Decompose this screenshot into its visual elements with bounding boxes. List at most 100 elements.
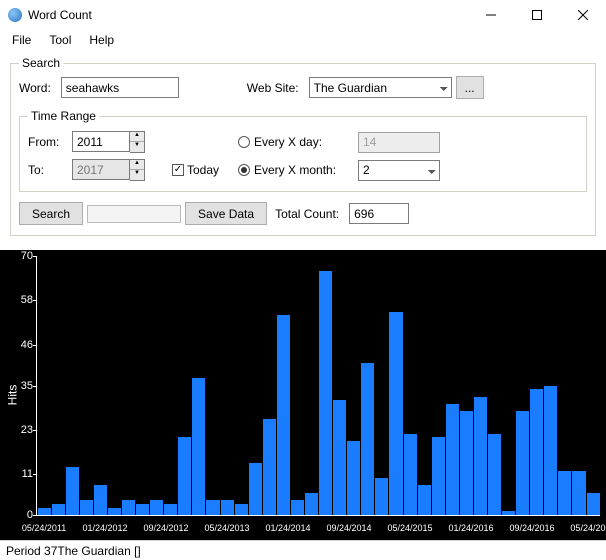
site-browse-button[interactable]: ... bbox=[456, 76, 484, 99]
chart-bar bbox=[235, 504, 248, 515]
chart-bar bbox=[404, 434, 417, 515]
chart-bar bbox=[516, 411, 529, 515]
menu-file[interactable]: File bbox=[4, 31, 39, 49]
app-icon bbox=[8, 8, 22, 22]
chart-bar bbox=[291, 500, 304, 515]
save-data-button[interactable]: Save Data bbox=[185, 202, 267, 225]
total-count-output bbox=[349, 203, 409, 224]
chart-bar bbox=[150, 500, 163, 515]
every-month-label: Every X month: bbox=[254, 163, 336, 177]
chart-bar bbox=[572, 471, 585, 515]
search-legend: Search bbox=[19, 56, 63, 70]
chart-bar bbox=[502, 511, 515, 515]
to-input bbox=[72, 159, 130, 180]
menu-help[interactable]: Help bbox=[81, 31, 122, 49]
chart-bar bbox=[66, 467, 79, 515]
chart-bar bbox=[305, 493, 318, 515]
y-tick-label: 11 bbox=[7, 468, 33, 480]
x-tick-label: 09/24/2014 bbox=[326, 523, 371, 533]
every-month-select[interactable]: 2 bbox=[358, 160, 440, 181]
chart-bar bbox=[474, 397, 487, 515]
from-input[interactable] bbox=[72, 131, 130, 152]
chart-bar bbox=[277, 315, 290, 515]
y-tick-label: 0 bbox=[7, 509, 33, 521]
site-select[interactable]: The Guardian bbox=[309, 77, 452, 98]
every-day-label: Every X day: bbox=[254, 135, 322, 149]
x-tick-label: 09/24/2012 bbox=[143, 523, 188, 533]
today-checkbox[interactable]: ✓ bbox=[172, 164, 184, 176]
x-tick-label: 01/24/2014 bbox=[265, 523, 310, 533]
chart-bar bbox=[192, 378, 205, 515]
y-tick-label: 58 bbox=[7, 294, 33, 306]
chart-bar bbox=[530, 389, 543, 515]
status-bar: Period 37The Guardian [] bbox=[0, 540, 606, 560]
from-label: From: bbox=[28, 135, 72, 149]
word-input[interactable] bbox=[61, 77, 179, 98]
maximize-button[interactable] bbox=[514, 0, 560, 30]
to-label: To: bbox=[28, 163, 72, 177]
y-tick-label: 70 bbox=[7, 250, 33, 262]
chart-bar bbox=[263, 419, 276, 515]
chart-bar bbox=[460, 411, 473, 515]
menu-tool[interactable]: Tool bbox=[41, 31, 79, 49]
total-label: Total Count: bbox=[275, 207, 339, 221]
to-spin-up[interactable]: ▲ bbox=[130, 160, 144, 170]
chart-bar bbox=[94, 485, 107, 515]
chart-bar bbox=[319, 271, 332, 515]
x-tick-label: 05/24/2017 bbox=[570, 523, 606, 533]
chart-bar bbox=[488, 434, 501, 515]
chart-bar bbox=[558, 471, 571, 515]
progress-bar bbox=[87, 205, 181, 223]
close-button[interactable] bbox=[560, 0, 606, 30]
chart-bar bbox=[587, 493, 600, 515]
x-tick-label: 09/24/2016 bbox=[509, 523, 554, 533]
x-tick-label: 01/24/2012 bbox=[82, 523, 127, 533]
chart-bar bbox=[333, 400, 346, 515]
time-legend: Time Range bbox=[28, 109, 99, 123]
minimize-button[interactable] bbox=[468, 0, 514, 30]
chart-bar bbox=[136, 504, 149, 515]
chart-bar bbox=[178, 437, 191, 515]
search-button[interactable]: Search bbox=[19, 202, 83, 225]
x-tick-label: 05/24/2015 bbox=[387, 523, 432, 533]
chart-bar bbox=[38, 508, 51, 515]
time-group: Time Range From: ▲▼ Every X day: 14 To: … bbox=[19, 109, 587, 192]
chart-bar bbox=[347, 441, 360, 515]
chart-bar bbox=[544, 386, 557, 516]
today-label: Today bbox=[187, 163, 219, 177]
chart-bar bbox=[389, 312, 402, 516]
title-bar: Word Count bbox=[0, 0, 606, 30]
y-tick-label: 23 bbox=[7, 424, 33, 436]
chart-bar bbox=[418, 485, 431, 515]
every-day-select: 14 bbox=[358, 132, 440, 153]
chart-bar bbox=[446, 404, 459, 515]
to-spin-down[interactable]: ▼ bbox=[130, 170, 144, 180]
chart-bar bbox=[249, 463, 262, 515]
chart-bar bbox=[122, 500, 135, 515]
window-title: Word Count bbox=[28, 8, 468, 22]
chart-bar bbox=[206, 500, 219, 515]
from-spin-up[interactable]: ▲ bbox=[130, 132, 144, 142]
menu-bar: File Tool Help bbox=[0, 30, 606, 50]
chart-bar bbox=[108, 508, 121, 515]
word-label: Word: bbox=[19, 81, 51, 95]
from-spin-down[interactable]: ▼ bbox=[130, 142, 144, 152]
chart-bar bbox=[221, 500, 234, 515]
chart: Hits 011233546587005/24/201101/24/201209… bbox=[0, 250, 606, 540]
every-month-radio[interactable] bbox=[238, 164, 250, 176]
status-text: Period 37The Guardian [] bbox=[6, 544, 141, 558]
search-group: Search Word: Web Site: The Guardian ... … bbox=[10, 56, 596, 236]
y-tick-label: 46 bbox=[7, 339, 33, 351]
chart-bar bbox=[361, 363, 374, 515]
chart-bar bbox=[80, 500, 93, 515]
x-tick-label: 05/24/2011 bbox=[22, 523, 66, 533]
site-label: Web Site: bbox=[247, 81, 299, 95]
chart-bar bbox=[164, 504, 177, 515]
chart-bar bbox=[52, 504, 65, 515]
y-tick-label: 35 bbox=[7, 380, 33, 392]
chart-bar bbox=[432, 437, 445, 515]
chart-bar bbox=[375, 478, 388, 515]
x-tick-label: 05/24/2013 bbox=[204, 523, 249, 533]
every-day-radio[interactable] bbox=[238, 136, 250, 148]
x-tick-label: 01/24/2016 bbox=[448, 523, 493, 533]
